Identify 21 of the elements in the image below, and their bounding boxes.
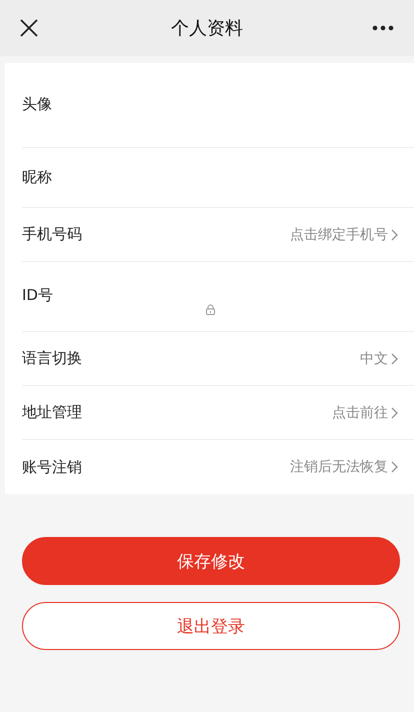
chevron-icon xyxy=(391,406,398,418)
save-button[interactable]: 保存修改 xyxy=(22,537,400,585)
row-link[interactable]: 点击前往 xyxy=(332,404,398,422)
chevron-icon xyxy=(391,352,398,364)
close-icon[interactable] xyxy=(20,19,38,37)
row-label: 账号注销 xyxy=(22,458,82,476)
row-label: 地址管理 xyxy=(22,403,82,422)
lock-icon xyxy=(205,304,216,315)
chevron-icon xyxy=(391,228,398,240)
row-label: ID号 xyxy=(22,286,53,305)
row-link[interactable]: 点击绑定手机号 xyxy=(290,226,398,244)
page-title: 个人资料 xyxy=(170,17,244,40)
row-label: 昵称 xyxy=(22,168,52,187)
row-label: 头像 xyxy=(22,94,52,114)
row-label: 手机号码 xyxy=(22,225,82,244)
row-link[interactable]: 中文 xyxy=(360,350,398,368)
chevron-icon xyxy=(391,461,398,473)
row-label: 语言切换 xyxy=(22,349,82,368)
logout-button[interactable]: 退出登录 xyxy=(22,602,400,650)
row-link[interactable]: 注销后无法恢复 xyxy=(290,458,398,476)
more-icon[interactable] xyxy=(372,25,394,31)
